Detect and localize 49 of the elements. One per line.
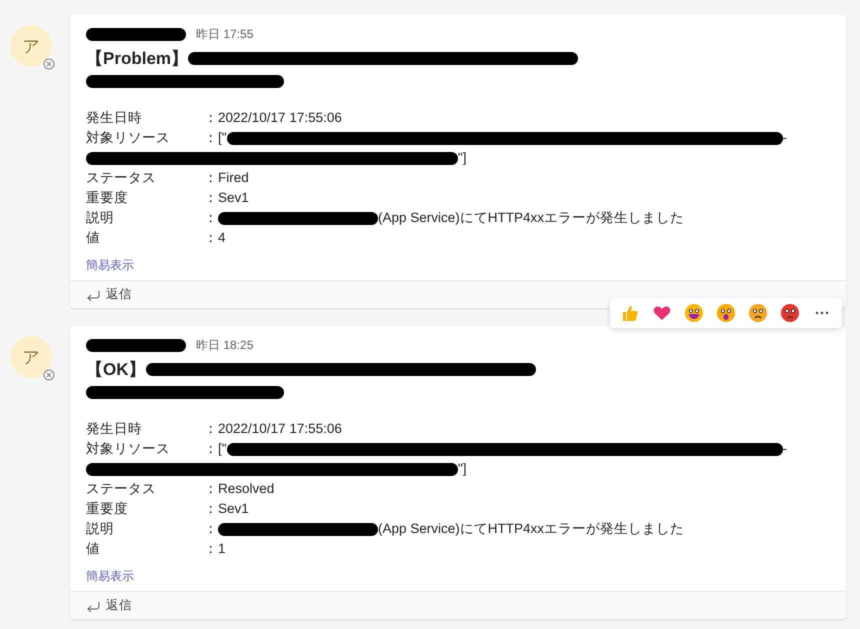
field-value: ：Resolved <box>204 480 274 498</box>
field-value: ：2022/10/17 17:55:06 <box>204 109 342 127</box>
field-label: 発生日時 <box>86 109 143 127</box>
show-less-link[interactable]: 簡易表示 <box>86 257 134 274</box>
field-value: - <box>782 440 788 458</box>
field-value: ：[" <box>204 440 227 458</box>
field-value: ： <box>204 520 218 538</box>
reply-icon <box>86 600 100 612</box>
field-value: ：Fired <box>204 169 249 187</box>
field-value: ：Sev1 <box>204 500 249 518</box>
reply-button[interactable]: 返信 <box>86 286 132 303</box>
field-label: 発生日時 <box>86 420 143 438</box>
field-label: 値 <box>86 540 101 558</box>
field-label: 値 <box>86 229 101 247</box>
angry-face-icon[interactable] <box>780 303 800 323</box>
field-label: ステータス <box>86 169 157 187</box>
field-value: "] <box>458 149 467 167</box>
surprised-face-icon[interactable] <box>716 303 736 323</box>
laughing-face-icon[interactable] <box>684 303 704 323</box>
thumbs-up-icon[interactable] <box>620 303 640 323</box>
field-value: ：Sev1 <box>204 189 249 207</box>
status-icon <box>43 58 55 70</box>
reply-button[interactable]: 返信 <box>86 597 132 614</box>
show-less-link[interactable]: 簡易表示 <box>86 568 134 585</box>
avatar[interactable]: ア <box>10 25 52 67</box>
status-icon <box>43 369 55 381</box>
field-label: ステータス <box>86 480 157 498</box>
field-label: 重要度 <box>86 500 129 518</box>
field-value: (App Service)にてHTTP4xxエラーが発生しました <box>378 520 684 538</box>
reply-icon <box>86 288 100 300</box>
field-label: 対象リソース <box>86 129 171 147</box>
field-value: - <box>782 129 788 147</box>
message-title: 【Problem】 <box>86 48 188 70</box>
field-value: (App Service)にてHTTP4xxエラーが発生しました <box>378 209 684 227</box>
field-label: 説明 <box>86 520 115 538</box>
field-value: ：4 <box>204 229 226 247</box>
field-value: "] <box>458 460 467 478</box>
timestamp: 昨日 17:55 <box>196 26 254 42</box>
field-value: ：2022/10/17 17:55:06 <box>204 420 342 438</box>
sad-face-icon[interactable] <box>748 303 768 323</box>
field-value: ：[" <box>204 129 227 147</box>
timestamp: 昨日 18:25 <box>196 336 254 354</box>
field-label: 説明 <box>86 209 115 227</box>
field-value: ： <box>204 209 218 227</box>
message-title: 【OK】 <box>86 359 146 381</box>
field-value: ：1 <box>204 540 226 558</box>
avatar[interactable]: ア <box>10 336 52 378</box>
field-label: 対象リソース <box>86 440 171 458</box>
field-label: 重要度 <box>86 189 129 207</box>
